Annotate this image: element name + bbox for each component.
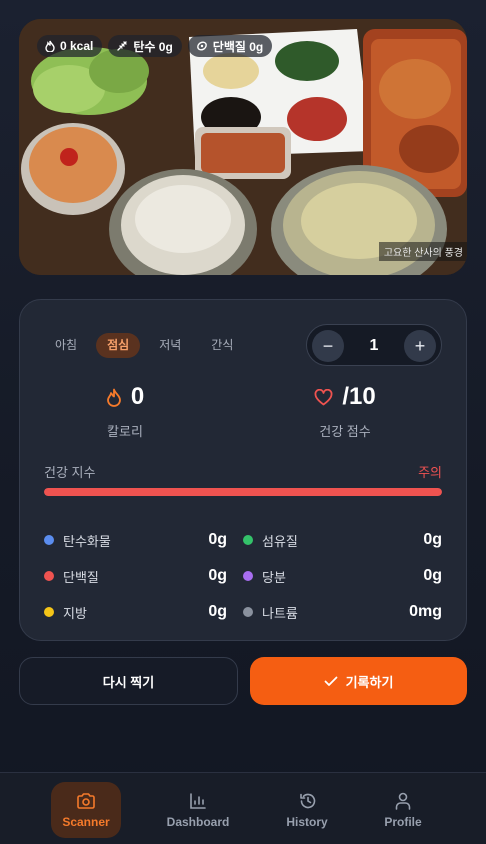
nav-history[interactable]: History: [272, 782, 342, 838]
nutrient-row: 지방 0g 나트륨 0mg: [44, 594, 442, 630]
health-index-fill: [44, 488, 442, 496]
nav-history-label: History: [286, 814, 328, 829]
nutrient-name: 단백질: [63, 569, 99, 585]
health-index-label: 건강 지수: [44, 465, 96, 480]
health-score-value: /10: [342, 383, 376, 410]
nutrient-sodium: 나트륨 0mg: [243, 603, 442, 622]
food-image: [19, 19, 467, 275]
nutrient-sugar: 당분 0g: [243, 567, 442, 586]
user-icon: [395, 792, 411, 810]
nav-dashboard-label: Dashboard: [166, 814, 230, 829]
protein-dot: [44, 571, 54, 581]
bottom-nav: Scanner Dashboard History Profile: [0, 772, 486, 844]
wheat-icon: [117, 41, 128, 51]
flame-icon: [106, 388, 121, 407]
nutrient-protein: 단백질 0g: [44, 567, 243, 586]
calorie-value: 0: [130, 383, 145, 410]
meal-tab-snack[interactable]: 간식: [200, 333, 244, 358]
nutrient-name: 지방: [63, 605, 87, 621]
nutrient-grid: 탄수화물 0g 섬유질 0g 단백질 0g 당분 0g 지방 0g 나트륨 0m…: [44, 522, 442, 630]
nutrient-fiber: 섬유질 0g: [243, 531, 442, 550]
health-score-stat: /10 건강 점수: [245, 382, 445, 440]
nav-profile[interactable]: Profile: [368, 782, 438, 838]
photo-watermark: 고요한 산사의 풍경: [378, 242, 467, 261]
check-icon: [324, 676, 337, 686]
nutrient-value: 0g: [423, 567, 442, 584]
nutrient-row: 단백질 0g 당분 0g: [44, 558, 442, 594]
sodium-dot: [243, 607, 253, 617]
health-score-label: 건강 점수: [319, 424, 371, 439]
nav-profile-label: Profile: [384, 814, 422, 829]
history-icon: [299, 793, 315, 808]
carb-chip-label: 탄수 0g: [133, 39, 173, 54]
nutrient-value: 0g: [208, 567, 227, 584]
nutrient-value: 0g: [208, 531, 227, 548]
nutrient-row: 탄수화물 0g 섬유질 0g: [44, 522, 442, 558]
nutrition-card: 아침 점심 저녁 간식 − 1 + 0 칼로리 /10 건강 점수 건강 지수 …: [19, 299, 467, 641]
health-index-bar: [44, 488, 442, 496]
carbs-dot: [44, 535, 54, 545]
heart-icon: [314, 388, 333, 405]
meal-tab-breakfast[interactable]: 아침: [44, 333, 88, 358]
sugar-dot: [243, 571, 253, 581]
save-record-button[interactable]: 기록하기: [250, 657, 467, 705]
nutrient-name: 나트륨: [262, 605, 298, 621]
serving-stepper: − 1 +: [306, 324, 442, 366]
nutrient-name: 탄수화물: [63, 533, 111, 549]
fat-dot: [44, 607, 54, 617]
nutrition-chips: 0 kcal 탄수 0g 단백질 0g: [37, 35, 273, 57]
protein-chip: 단백질 0g: [187, 35, 273, 57]
health-index-status: 주의: [418, 465, 442, 480]
nav-scanner-label: Scanner: [62, 814, 110, 829]
decrease-button[interactable]: −: [312, 330, 344, 362]
calorie-chip: 0 kcal: [37, 35, 103, 57]
health-index-header: 건강 지수 주의: [44, 462, 442, 481]
fiber-dot: [243, 535, 253, 545]
retake-button-label: 다시 찍기: [102, 674, 155, 690]
nutrient-value: 0g: [208, 603, 227, 620]
food-photo: 0 kcal 탄수 0g 단백질 0g 고요한 산사의 풍경: [19, 19, 467, 275]
carb-chip: 탄수 0g: [108, 35, 182, 57]
serving-count: 1: [369, 337, 379, 354]
nutrient-fat: 지방 0g: [44, 603, 243, 622]
nutrient-value: 0g: [423, 531, 442, 548]
bar-chart-icon: [190, 792, 206, 809]
nutrient-name: 당분: [262, 569, 286, 585]
calorie-stat: 0 칼로리: [25, 382, 225, 440]
nutrient-value: 0mg: [409, 603, 442, 620]
nav-dashboard[interactable]: Dashboard: [163, 782, 233, 838]
flame-icon: [45, 40, 55, 52]
nav-scanner[interactable]: Scanner: [51, 782, 121, 838]
meal-tabs: 아침 점심 저녁 간식: [44, 333, 244, 358]
nutrient-carbs: 탄수화물 0g: [44, 531, 243, 550]
meal-tab-dinner[interactable]: 저녁: [148, 333, 192, 358]
protein-icon: [196, 41, 207, 51]
save-record-label: 기록하기: [345, 674, 394, 690]
nutrient-name: 섬유질: [262, 533, 298, 549]
calorie-label: 칼로리: [107, 424, 143, 439]
protein-chip-label: 단백질 0g: [212, 39, 264, 54]
meal-tab-lunch[interactable]: 점심: [96, 333, 141, 358]
retake-button[interactable]: 다시 찍기: [19, 657, 238, 705]
calorie-chip-label: 0 kcal: [60, 39, 94, 53]
increase-button[interactable]: +: [404, 330, 436, 362]
camera-icon: [77, 792, 95, 809]
